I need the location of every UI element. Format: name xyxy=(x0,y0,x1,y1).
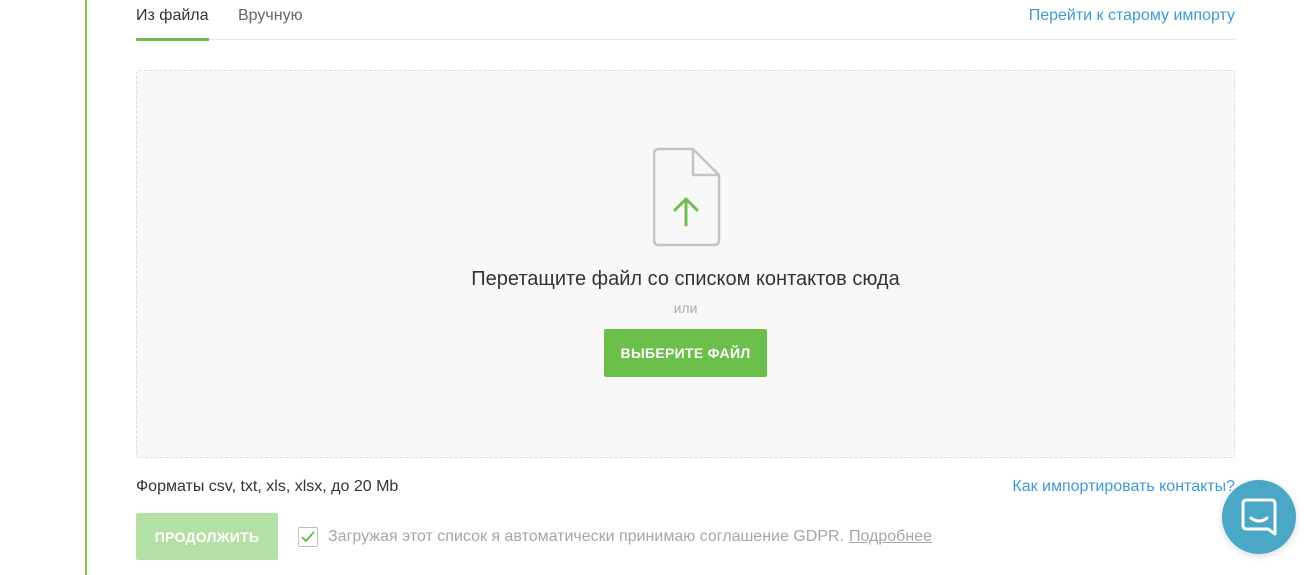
how-to-import-link[interactable]: Как импортировать контакты? xyxy=(1012,477,1235,497)
chat-icon xyxy=(1241,498,1277,536)
chat-widget-button[interactable] xyxy=(1222,480,1296,554)
check-icon xyxy=(301,531,315,542)
left-border xyxy=(85,0,87,575)
choose-file-button[interactable]: ВЫБЕРИТЕ ФАЙЛ xyxy=(604,329,767,377)
gdpr-consent: Загружая этот список я автоматически при… xyxy=(298,526,932,548)
file-upload-icon xyxy=(653,147,721,247)
dropzone-title: Перетащите файл со списком контактов сюд… xyxy=(471,268,900,290)
import-tabs: Из файла Вручную Перейти к старому импор… xyxy=(136,0,1235,41)
gdpr-more-link[interactable]: Подробнее xyxy=(849,527,932,547)
dropzone-or: или xyxy=(673,300,698,316)
tab-manual[interactable]: Вручную xyxy=(238,6,303,38)
file-dropzone[interactable]: Перетащите файл со списком контактов сюд… xyxy=(136,70,1235,458)
old-import-link[interactable]: Перейти к старому импорту xyxy=(1029,6,1235,26)
gdpr-text: Загружая этот список я автоматически при… xyxy=(328,528,844,545)
gdpr-checkbox[interactable] xyxy=(298,527,318,547)
formats-info: Форматы csv, txt, xls, xlsx, до 20 Mb xyxy=(136,478,399,495)
import-page: Из файла Вручную Перейти к старому импор… xyxy=(0,0,1316,575)
continue-button[interactable]: ПРОДОЛЖИТЬ xyxy=(136,513,278,560)
tab-from-file[interactable]: Из файла xyxy=(136,6,209,41)
